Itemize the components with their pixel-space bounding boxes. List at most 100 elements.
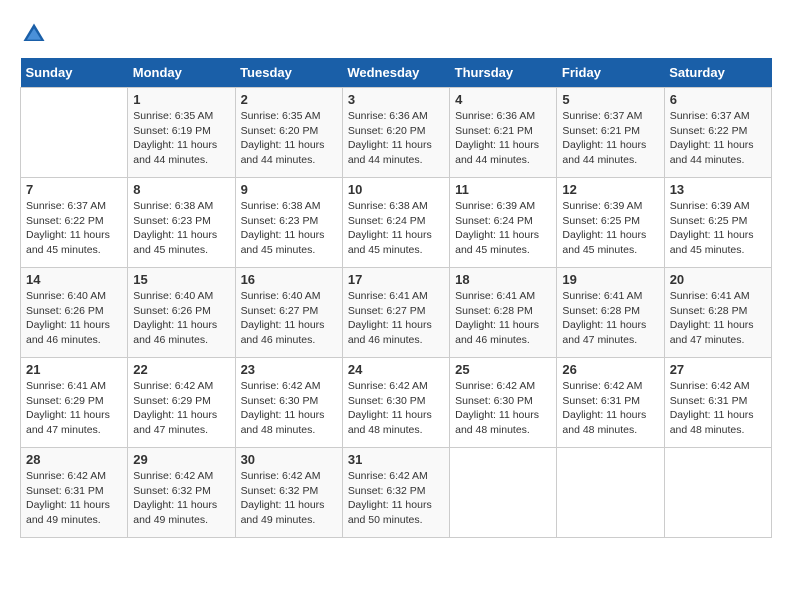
calendar-cell: 17 Sunrise: 6:41 AM Sunset: 6:27 PM Dayli… [342,268,449,358]
calendar-cell: 15 Sunrise: 6:40 AM Sunset: 6:26 PM Dayli… [128,268,235,358]
day-info: Sunrise: 6:41 AM Sunset: 6:29 PM Dayligh… [26,379,122,438]
day-info: Sunrise: 6:42 AM Sunset: 6:30 PM Dayligh… [455,379,551,438]
day-number: 10 [348,182,444,197]
calendar-cell: 27 Sunrise: 6:42 AM Sunset: 6:31 PM Dayli… [664,358,771,448]
day-info: Sunrise: 6:37 AM Sunset: 6:21 PM Dayligh… [562,109,658,168]
day-number: 22 [133,362,229,377]
day-number: 28 [26,452,122,467]
logo [20,20,54,48]
calendar-cell: 13 Sunrise: 6:39 AM Sunset: 6:25 PM Dayli… [664,178,771,268]
day-number: 14 [26,272,122,287]
day-number: 16 [241,272,337,287]
header-wednesday: Wednesday [342,58,449,88]
calendar-cell: 7 Sunrise: 6:37 AM Sunset: 6:22 PM Daylig… [21,178,128,268]
calendar-cell: 18Sunrise: 6:41 AM Sunset: 6:28 PM Dayli… [450,268,557,358]
day-info: Sunrise: 6:39 AM Sunset: 6:25 PM Dayligh… [562,199,658,258]
calendar-cell: 31 Sunrise: 6:42 AM Sunset: 6:32 PM Dayli… [342,448,449,538]
calendar-cell [557,448,664,538]
calendar-cell: 6 Sunrise: 6:37 AM Sunset: 6:22 PM Daylig… [664,88,771,178]
day-info: Sunrise: 6:37 AM Sunset: 6:22 PM Dayligh… [26,199,122,258]
calendar-week-row: 28Sunrise: 6:42 AM Sunset: 6:31 PM Dayli… [21,448,772,538]
day-number: 21 [26,362,122,377]
header-saturday: Saturday [664,58,771,88]
header-monday: Monday [128,58,235,88]
day-number: 5 [562,92,658,107]
day-number: 26 [562,362,658,377]
day-info: Sunrise: 6:42 AM Sunset: 6:31 PM Dayligh… [562,379,658,438]
day-info: Sunrise: 6:38 AM Sunset: 6:23 PM Dayligh… [241,199,337,258]
calendar-cell: 14 Sunrise: 6:40 AM Sunset: 6:26 PM Dayli… [21,268,128,358]
day-number: 27 [670,362,766,377]
day-number: 31 [348,452,444,467]
day-number: 23 [241,362,337,377]
page-header [20,20,772,48]
day-info: Sunrise: 6:42 AM Sunset: 6:32 PM Dayligh… [241,469,337,528]
day-info: Sunrise: 6:38 AM Sunset: 6:24 PM Dayligh… [348,199,444,258]
day-number: 3 [348,92,444,107]
header-tuesday: Tuesday [235,58,342,88]
calendar-cell: 1 Sunrise: 6:35 AM Sunset: 6:19 PM Daylig… [128,88,235,178]
calendar-cell: 24Sunrise: 6:42 AM Sunset: 6:30 PM Dayli… [342,358,449,448]
calendar-header-row: SundayMondayTuesdayWednesdayThursdayFrid… [21,58,772,88]
calendar-cell: 2Sunrise: 6:35 AM Sunset: 6:20 PM Daylig… [235,88,342,178]
calendar-week-row: 7 Sunrise: 6:37 AM Sunset: 6:22 PM Daylig… [21,178,772,268]
day-info: Sunrise: 6:42 AM Sunset: 6:32 PM Dayligh… [348,469,444,528]
calendar-week-row: 1 Sunrise: 6:35 AM Sunset: 6:19 PM Daylig… [21,88,772,178]
calendar-cell: 21 Sunrise: 6:41 AM Sunset: 6:29 PM Dayli… [21,358,128,448]
day-info: Sunrise: 6:41 AM Sunset: 6:28 PM Dayligh… [670,289,766,348]
day-number: 6 [670,92,766,107]
day-info: Sunrise: 6:42 AM Sunset: 6:29 PM Dayligh… [133,379,229,438]
day-number: 1 [133,92,229,107]
day-info: Sunrise: 6:40 AM Sunset: 6:26 PM Dayligh… [26,289,122,348]
calendar-cell: 23 Sunrise: 6:42 AM Sunset: 6:30 PM Dayli… [235,358,342,448]
day-number: 11 [455,182,551,197]
day-info: Sunrise: 6:37 AM Sunset: 6:22 PM Dayligh… [670,109,766,168]
day-info: Sunrise: 6:41 AM Sunset: 6:28 PM Dayligh… [562,289,658,348]
calendar-cell [21,88,128,178]
day-info: Sunrise: 6:42 AM Sunset: 6:31 PM Dayligh… [670,379,766,438]
day-info: Sunrise: 6:41 AM Sunset: 6:28 PM Dayligh… [455,289,551,348]
calendar-cell: 26 Sunrise: 6:42 AM Sunset: 6:31 PM Dayli… [557,358,664,448]
day-info: Sunrise: 6:38 AM Sunset: 6:23 PM Dayligh… [133,199,229,258]
day-info: Sunrise: 6:42 AM Sunset: 6:32 PM Dayligh… [133,469,229,528]
day-number: 9 [241,182,337,197]
calendar-cell: 10 Sunrise: 6:38 AM Sunset: 6:24 PM Dayli… [342,178,449,268]
day-number: 4 [455,92,551,107]
day-info: Sunrise: 6:40 AM Sunset: 6:26 PM Dayligh… [133,289,229,348]
calendar-cell: 28Sunrise: 6:42 AM Sunset: 6:31 PM Dayli… [21,448,128,538]
calendar-cell: 12 Sunrise: 6:39 AM Sunset: 6:25 PM Dayli… [557,178,664,268]
calendar-cell [450,448,557,538]
day-info: Sunrise: 6:35 AM Sunset: 6:19 PM Dayligh… [133,109,229,168]
calendar-cell: 16Sunrise: 6:40 AM Sunset: 6:27 PM Dayli… [235,268,342,358]
day-number: 7 [26,182,122,197]
day-info: Sunrise: 6:36 AM Sunset: 6:20 PM Dayligh… [348,109,444,168]
calendar-table: SundayMondayTuesdayWednesdayThursdayFrid… [20,58,772,538]
day-info: Sunrise: 6:42 AM Sunset: 6:30 PM Dayligh… [348,379,444,438]
calendar-cell: 30Sunrise: 6:42 AM Sunset: 6:32 PM Dayli… [235,448,342,538]
header-sunday: Sunday [21,58,128,88]
day-number: 25 [455,362,551,377]
calendar-cell: 11 Sunrise: 6:39 AM Sunset: 6:24 PM Dayli… [450,178,557,268]
calendar-cell: 8Sunrise: 6:38 AM Sunset: 6:23 PM Daylig… [128,178,235,268]
calendar-cell: 22 Sunrise: 6:42 AM Sunset: 6:29 PM Dayli… [128,358,235,448]
day-info: Sunrise: 6:39 AM Sunset: 6:24 PM Dayligh… [455,199,551,258]
day-info: Sunrise: 6:41 AM Sunset: 6:27 PM Dayligh… [348,289,444,348]
day-number: 19 [562,272,658,287]
calendar-cell: 4 Sunrise: 6:36 AM Sunset: 6:21 PM Daylig… [450,88,557,178]
calendar-week-row: 21 Sunrise: 6:41 AM Sunset: 6:29 PM Dayli… [21,358,772,448]
day-info: Sunrise: 6:39 AM Sunset: 6:25 PM Dayligh… [670,199,766,258]
calendar-cell [664,448,771,538]
header-friday: Friday [557,58,664,88]
day-number: 20 [670,272,766,287]
day-info: Sunrise: 6:42 AM Sunset: 6:30 PM Dayligh… [241,379,337,438]
day-number: 12 [562,182,658,197]
calendar-cell: 3 Sunrise: 6:36 AM Sunset: 6:20 PM Daylig… [342,88,449,178]
day-number: 2 [241,92,337,107]
day-number: 13 [670,182,766,197]
calendar-cell: 9 Sunrise: 6:38 AM Sunset: 6:23 PM Daylig… [235,178,342,268]
calendar-cell: 29Sunrise: 6:42 AM Sunset: 6:32 PM Dayli… [128,448,235,538]
day-info: Sunrise: 6:36 AM Sunset: 6:21 PM Dayligh… [455,109,551,168]
day-number: 17 [348,272,444,287]
day-number: 15 [133,272,229,287]
calendar-cell: 25 Sunrise: 6:42 AM Sunset: 6:30 PM Dayli… [450,358,557,448]
